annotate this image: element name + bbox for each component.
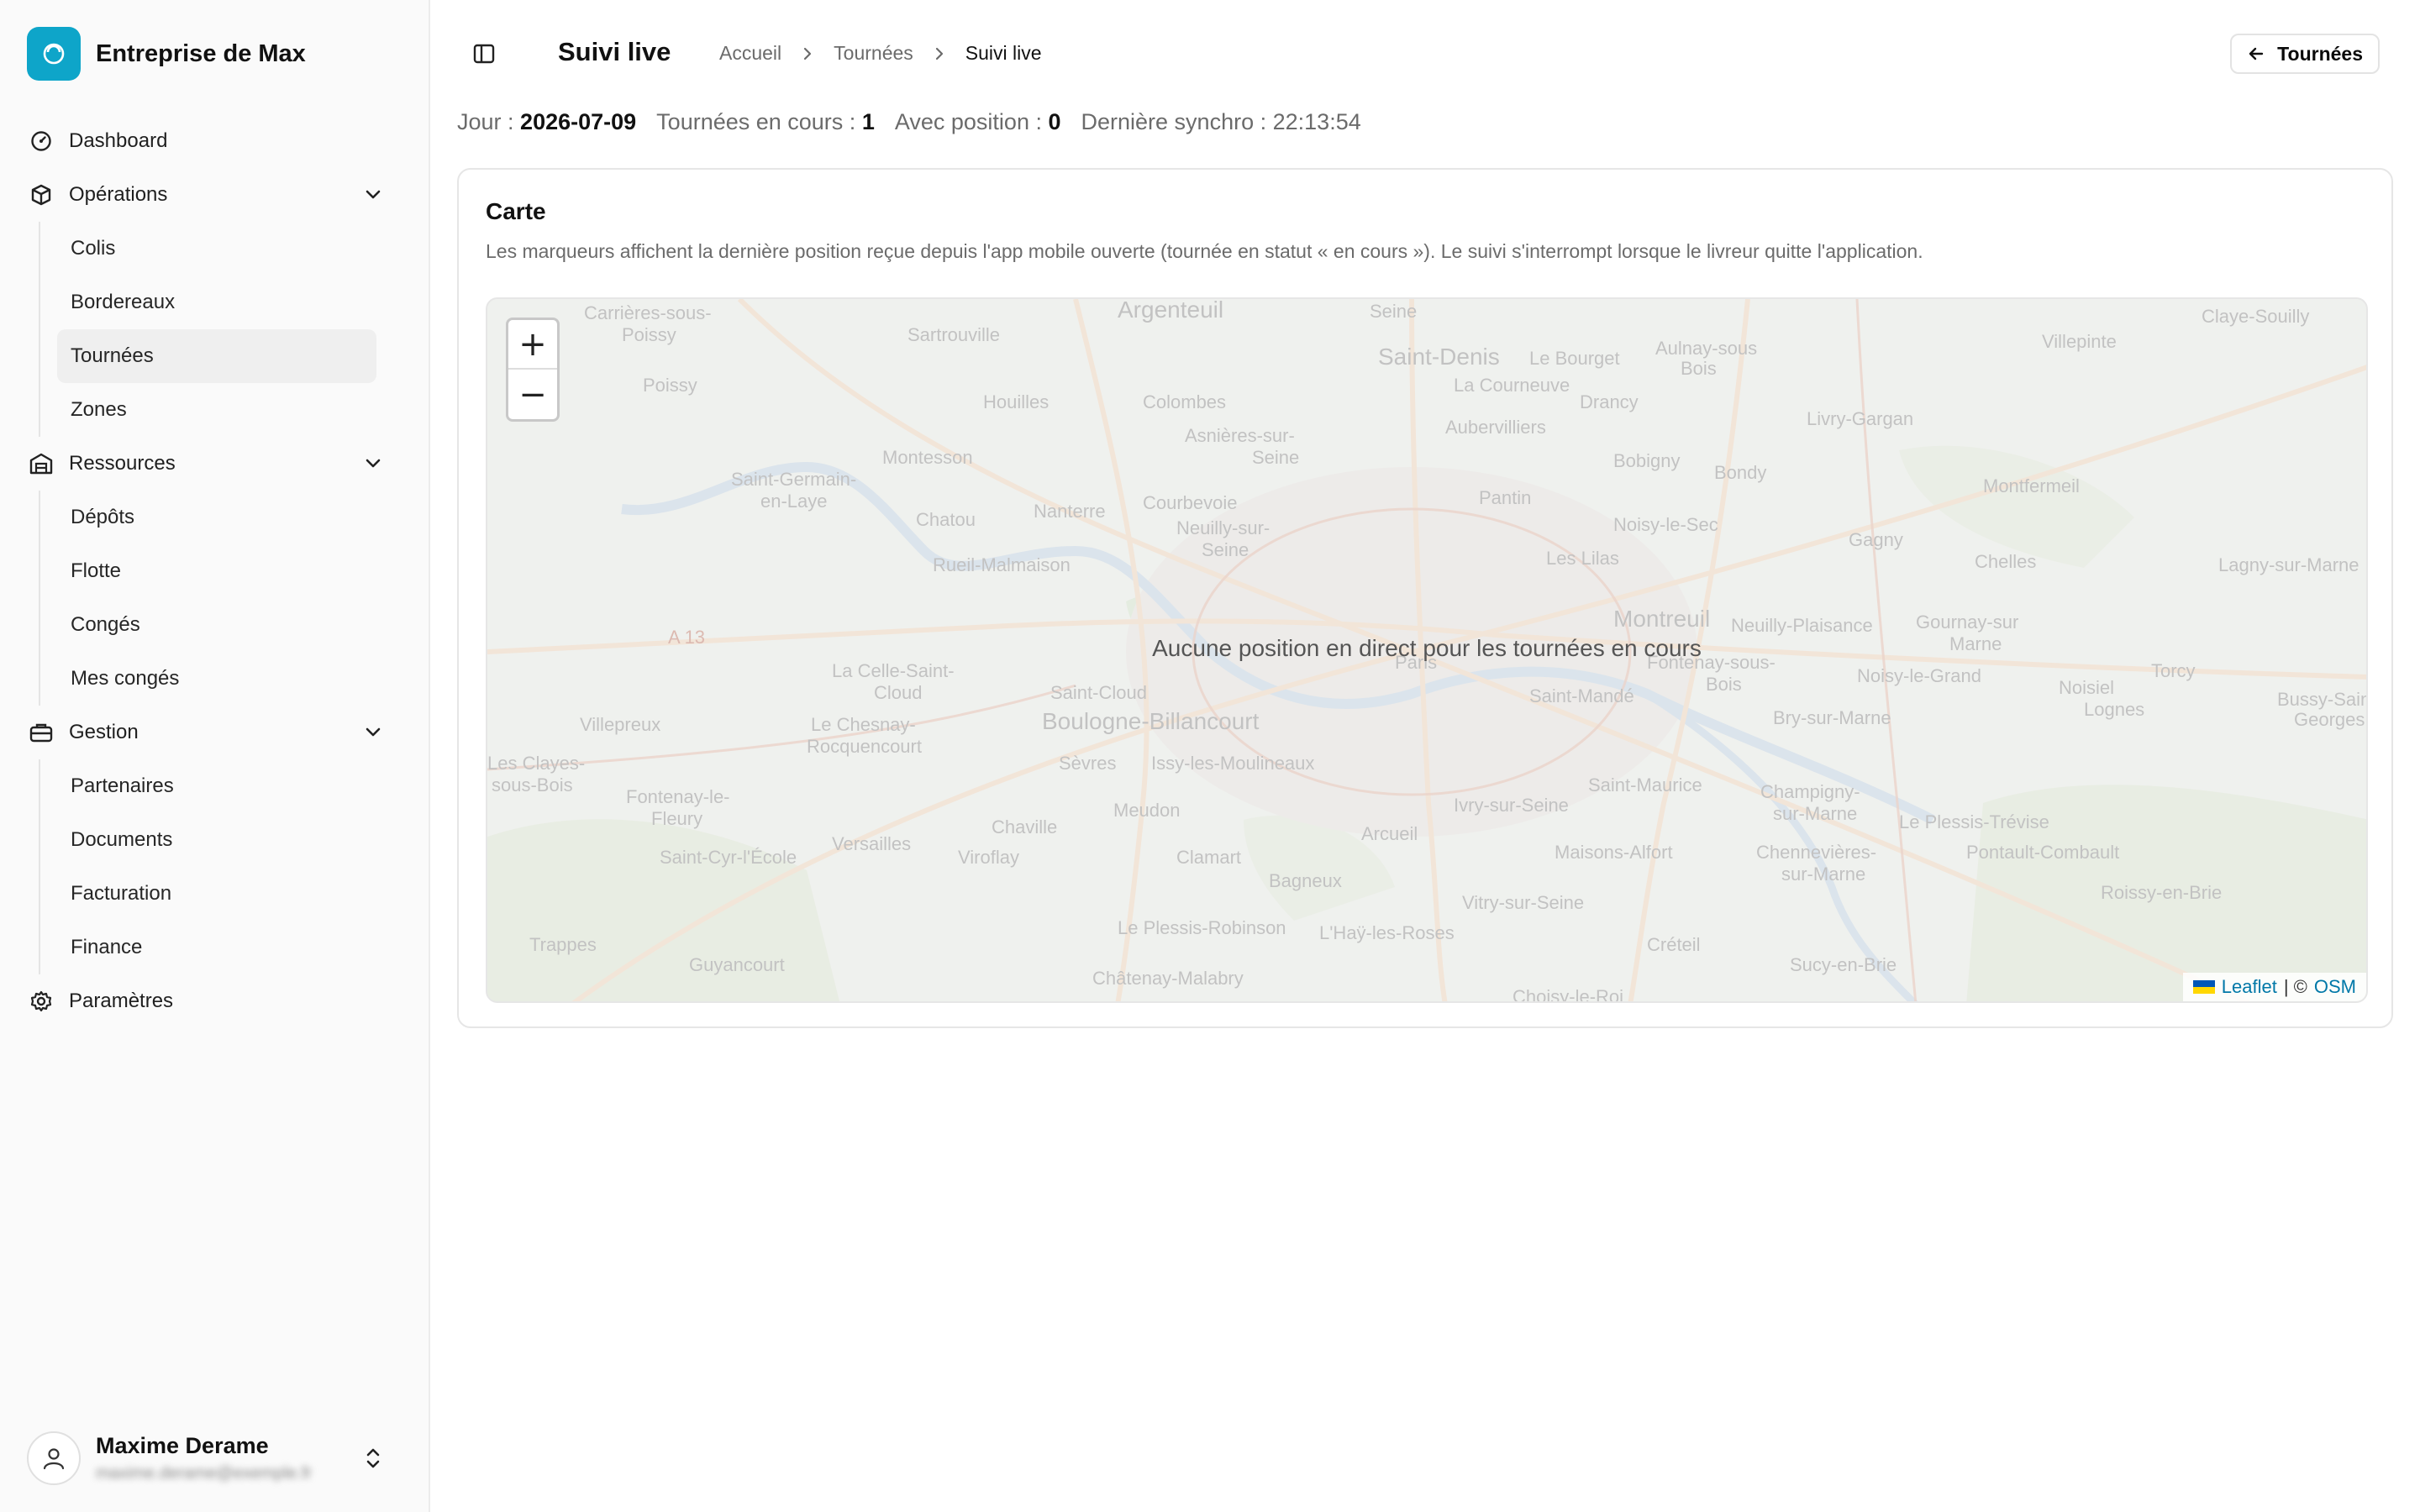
page-header: Suivi live Accueil Tournées Suivi live T… <box>430 0 2420 108</box>
brand[interactable]: Entreprise de Max <box>27 27 306 81</box>
sidebar-nav: Dashboard Opérations Colis Bordereaux To… <box>27 114 403 1028</box>
sidebar-item-conges[interactable]: Congés <box>57 598 376 652</box>
back-button-label: Tournées <box>2277 42 2363 65</box>
sidebar-item-flotte[interactable]: Flotte <box>57 544 376 598</box>
chevron-right-icon <box>804 47 812 60</box>
map-empty-message: Aucune position en direct pour les tourn… <box>1152 635 1702 661</box>
sidebar-item-zones[interactable]: Zones <box>57 383 376 437</box>
brand-logo-icon <box>27 27 81 81</box>
sidebar-group-gestion[interactable]: Gestion <box>27 706 403 759</box>
card-description: Les marqueurs affichent la dernière posi… <box>486 240 1923 262</box>
zoom-out-button[interactable]: − <box>508 370 557 419</box>
map-card: Carte Les marqueurs affichent la dernièr… <box>457 168 2393 1028</box>
chevron-down-icon[interactable] <box>361 183 385 207</box>
chevron-down-icon[interactable] <box>361 452 385 475</box>
card-title: Carte <box>486 198 546 224</box>
user-email: maxime.derame@exemple.fr <box>96 1464 313 1483</box>
stat-with-position: Avec position : 0 <box>894 109 1061 134</box>
sidebar: Entreprise de Max Dashboard Opérations C… <box>0 0 430 1512</box>
sidebar-toggle-icon[interactable] <box>471 40 497 67</box>
stat-last-sync: Dernière synchro : 22:13:54 <box>1081 109 1361 134</box>
sidebar-item-label: Paramètres <box>69 990 174 1012</box>
zoom-in-button[interactable]: + <box>508 320 557 370</box>
sidebar-item-depots[interactable]: Dépôts <box>57 491 376 544</box>
page-title: Suivi live <box>558 37 671 66</box>
sidebar-group-operations[interactable]: Opérations <box>27 168 403 222</box>
sidebar-item-finance[interactable]: Finance <box>57 921 376 974</box>
sidebar-group-label: Gestion <box>69 721 139 743</box>
sidebar-item-tournees[interactable]: Tournées <box>57 329 376 383</box>
ukraine-flag-icon <box>2192 980 2215 994</box>
sidebar-group-label: Ressources <box>69 452 176 475</box>
package-icon <box>29 182 54 207</box>
arrow-left-icon <box>2249 47 2264 60</box>
sidebar-item-parametres[interactable]: Paramètres <box>27 974 403 1028</box>
gear-icon <box>29 989 54 1014</box>
user-menu[interactable]: Maxime Derame maxime.derame@exemple.fr <box>27 1430 403 1487</box>
chevron-down-icon[interactable] <box>361 721 385 744</box>
leaflet-link[interactable]: Leaflet <box>2222 976 2277 998</box>
sidebar-item-partenaires[interactable]: Partenaires <box>57 759 376 813</box>
breadcrumb: Accueil Tournées Suivi live <box>719 42 1042 65</box>
breadcrumb-current: Suivi live <box>965 42 1042 64</box>
chevron-up-down-icon[interactable] <box>361 1445 385 1472</box>
breadcrumb-tournees[interactable]: Tournées <box>834 42 913 65</box>
user-name: Maxime Derame <box>96 1433 269 1458</box>
live-map[interactable]: Argenteuil Seine Saint-Denis Le Bourget … <box>486 297 2368 1003</box>
attribution-separator: | © <box>2283 976 2307 997</box>
sidebar-item-mes-conges[interactable]: Mes congés <box>57 652 376 706</box>
sidebar-item-facturation[interactable]: Facturation <box>57 867 376 921</box>
sidebar-group-ressources[interactable]: Ressources <box>27 437 403 491</box>
sidebar-item-documents[interactable]: Documents <box>57 813 376 867</box>
sidebar-submenu-ressources: Dépôts Flotte Congés Mes congés <box>39 491 403 706</box>
osm-link[interactable]: OSM <box>2314 976 2356 998</box>
avatar <box>27 1431 81 1485</box>
back-to-tournees-button[interactable]: Tournées <box>2230 34 2380 74</box>
briefcase-icon <box>29 720 54 745</box>
stat-tours: Tournées en cours : 1 <box>656 109 875 134</box>
sidebar-group-label: Opérations <box>69 183 168 206</box>
zoom-control: + − <box>506 318 560 422</box>
chevron-right-icon <box>935 47 943 60</box>
sidebar-item-colis[interactable]: Colis <box>57 222 376 276</box>
breadcrumb-accueil[interactable]: Accueil <box>719 42 781 65</box>
sidebar-item-dashboard[interactable]: Dashboard <box>27 114 403 168</box>
user-icon <box>43 1448 65 1470</box>
gauge-icon <box>29 129 54 154</box>
building-icon <box>29 451 54 476</box>
stat-day: Jour : 2026-07-09 <box>457 109 637 134</box>
live-stats: Jour : 2026-07-09 Tournées en cours : 1 … <box>457 109 1361 135</box>
brand-name: Entreprise de Max <box>96 39 306 67</box>
sidebar-item-label: Dashboard <box>69 129 168 152</box>
sidebar-submenu-operations: Colis Bordereaux Tournées Zones <box>39 222 403 437</box>
map-attribution: Leaflet | © OSM <box>2182 973 2366 1001</box>
sidebar-submenu-gestion: Partenaires Documents Facturation Financ… <box>39 759 403 974</box>
sidebar-item-bordereaux[interactable]: Bordereaux <box>57 276 376 329</box>
